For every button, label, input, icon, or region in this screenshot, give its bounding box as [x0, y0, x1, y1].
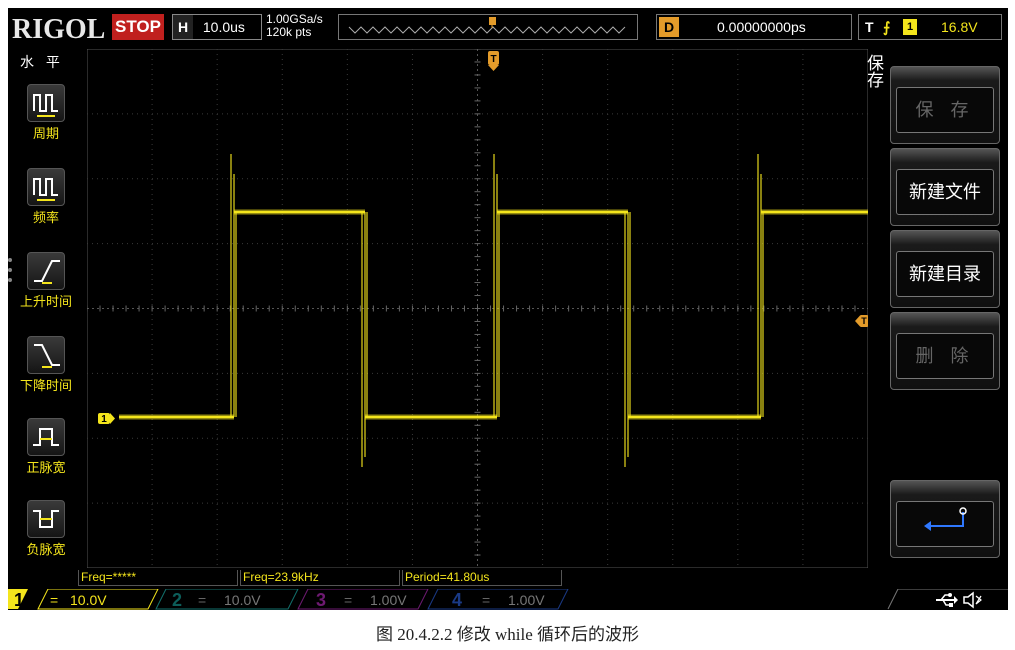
fall-time-icon: [27, 336, 65, 374]
channel-4-status[interactable]: 4 = 1.00V: [432, 590, 562, 610]
save-button-label: 保 存: [896, 87, 994, 133]
delay-key: D: [659, 17, 679, 37]
new-file-button-label: 新建文件: [896, 169, 994, 215]
channel-2-status[interactable]: 2 = 10.0V: [156, 590, 296, 610]
trigger-level-value: 16.8V: [941, 19, 978, 35]
measure-menu: 水 平 周期 频率 上升时间 下降时间 正脉宽 负脉宽: [8, 48, 84, 570]
bottom-status-bar: Freq=***** Freq=23.9kHz Period=41.80us 1…: [8, 570, 1008, 610]
measure-item-negative-width[interactable]: 负脉宽: [16, 500, 76, 558]
channel1-ground-marker-label: 1: [101, 414, 107, 425]
channel-1-status[interactable]: 1 = 10.0V: [8, 590, 148, 610]
measure-item-rise-time[interactable]: 上升时间: [16, 252, 76, 310]
trigger-position-marker-label: T: [490, 54, 496, 65]
measure-label-positive-width: 正脉宽: [26, 460, 66, 475]
channel-1-coupling: =: [50, 592, 59, 608]
channel-1-scale: 10.0V: [70, 592, 107, 608]
return-icon: [896, 501, 994, 547]
save-menu-title: 保存: [864, 54, 883, 88]
save-button[interactable]: 保 存: [890, 66, 1000, 144]
timebase-value: 10.0us: [202, 19, 245, 35]
rising-edge-icon: ⨍: [883, 19, 891, 35]
channel-3-scale: 1.00V: [370, 592, 407, 608]
channel-4-number: 4: [451, 590, 462, 610]
frequency-icon: [27, 168, 65, 206]
trigger-source-badge: 1: [903, 19, 917, 35]
new-folder-button[interactable]: 新建目录: [890, 230, 1000, 308]
measurement-readout-3: Period=41.80us: [402, 570, 562, 586]
menu-page-dots: [8, 258, 12, 288]
negative-width-icon: [27, 500, 65, 538]
oscilloscope-screen: RIGOL STOP H 10.0us 1.00GSa/s 120k pts D…: [8, 8, 1008, 610]
save-menu: 保存 保 存 新建文件 新建目录 删 除: [864, 48, 1008, 570]
horizontal-key: H: [173, 15, 193, 39]
measure-label-fall-time: 下降时间: [19, 378, 72, 393]
period-icon: [27, 84, 65, 122]
measure-item-fall-time[interactable]: 下降时间: [16, 336, 76, 394]
figure-caption: 图 20.4.2.2 修改 while 循环后的波形: [375, 625, 640, 644]
horizontal-timebase[interactable]: H 10.0us: [172, 14, 262, 40]
measure-menu-title: 水 平: [20, 54, 64, 70]
new-folder-button-label: 新建目录: [896, 251, 994, 297]
top-status-bar: RIGOL STOP H 10.0us 1.00GSa/s 120k pts D…: [8, 8, 1008, 48]
new-file-button[interactable]: 新建文件: [890, 148, 1000, 226]
channel-4-scale: 1.00V: [508, 592, 545, 608]
trigger-position-marker-small: [489, 17, 496, 25]
channel-2-number: 2: [171, 590, 182, 610]
trigger-readout[interactable]: T ⨍ 1 16.8V: [858, 14, 1002, 40]
speaker-mute-icon[interactable]: [962, 590, 984, 610]
waveform-grid[interactable]: T 1 T: [87, 49, 868, 568]
trigger-level-marker-label: T: [861, 316, 867, 326]
delay-value: 0.00000000ps: [717, 19, 806, 35]
measure-item-period[interactable]: 周期: [16, 84, 76, 142]
measure-label-frequency: 频率: [32, 210, 59, 225]
channel-1-number: 1: [13, 590, 24, 610]
channel-3-status[interactable]: 3 = 1.00V: [300, 590, 430, 610]
measure-label-rise-time: 上升时间: [19, 294, 72, 309]
channel-2-coupling: =: [198, 592, 207, 608]
brand-logo: RIGOL: [12, 14, 106, 45]
memory-position-bar[interactable]: [338, 14, 638, 40]
measure-label-period: 周期: [32, 126, 59, 141]
measurement-readout-2: Freq=23.9kHz: [240, 570, 400, 586]
channel-4-coupling: =: [482, 592, 491, 608]
return-button[interactable]: [890, 480, 1000, 558]
positive-width-icon: [27, 418, 65, 456]
delete-button-label: 删 除: [896, 333, 994, 379]
memory-depth: 120k pts: [266, 25, 312, 39]
rise-time-icon: [27, 252, 65, 290]
channel-2-scale: 10.0V: [224, 592, 261, 608]
acquisition-info: 1.00GSa/s 120k pts: [266, 13, 323, 39]
run-stop-indicator[interactable]: STOP: [112, 14, 164, 40]
measure-item-frequency[interactable]: 频率: [16, 168, 76, 226]
delay-readout[interactable]: D 0.00000000ps: [656, 14, 852, 40]
channel-3-coupling: =: [344, 592, 353, 608]
measurement-readout-1: Freq=*****: [78, 570, 238, 586]
trigger-key: T: [865, 19, 874, 35]
delete-button[interactable]: 删 除: [890, 312, 1000, 390]
channel-3-number: 3: [315, 590, 326, 610]
measure-item-positive-width[interactable]: 正脉宽: [16, 418, 76, 476]
memory-waveform-overview: [348, 17, 626, 34]
usb-icon: [934, 590, 958, 610]
measure-label-negative-width: 负脉宽: [26, 542, 66, 557]
